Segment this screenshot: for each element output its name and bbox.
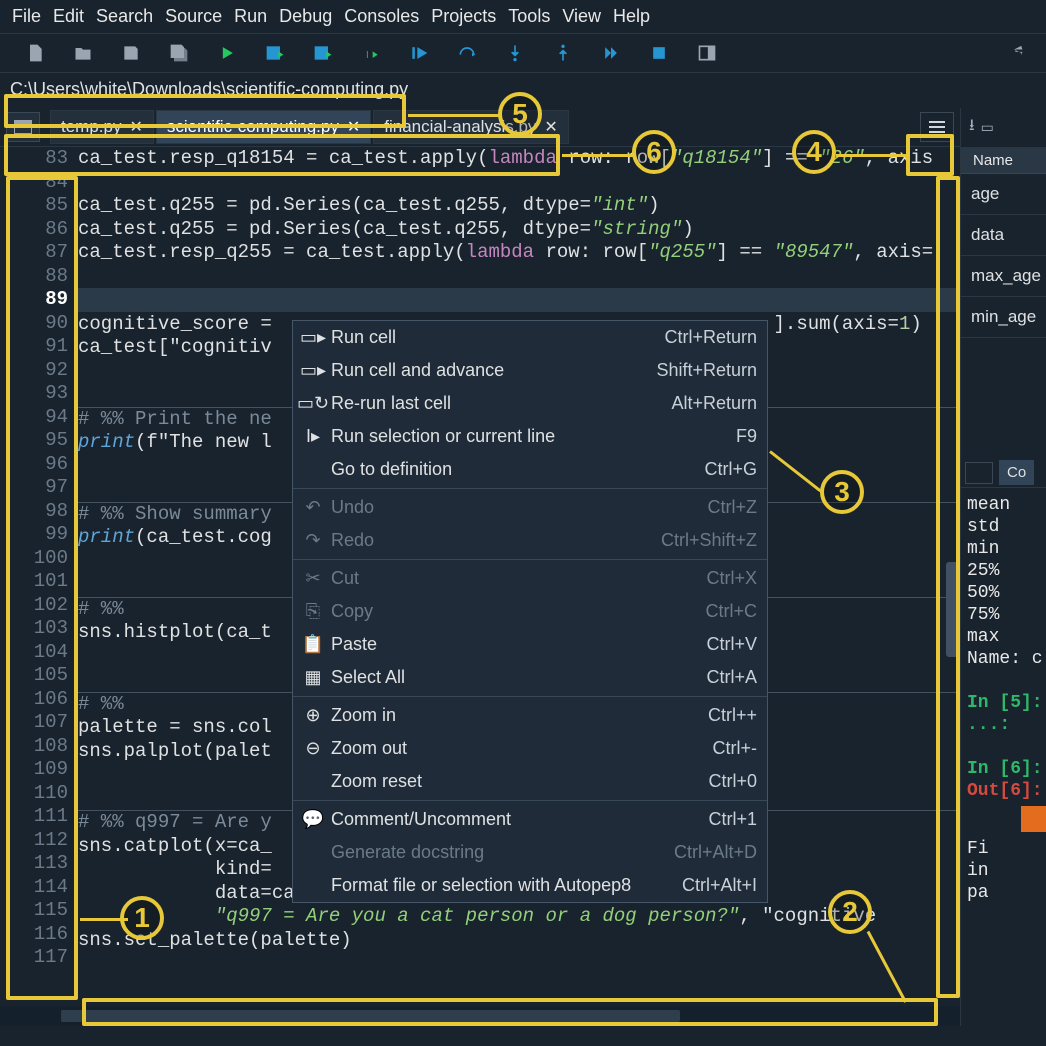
console-tabbar: Co (961, 458, 1046, 488)
step-into-icon[interactable] (504, 42, 526, 64)
ctx-copy: ⎘CopyCtrl+C (293, 595, 767, 628)
menu-consoles[interactable]: Consoles (340, 4, 423, 29)
var-row-data[interactable]: data (961, 215, 1046, 256)
run-selection-icon[interactable]: I (360, 42, 382, 64)
side-panel: ⭳ ▭ Name age data max_age min_age Co mea… (960, 108, 1046, 1026)
ctx-cut: ✂CutCtrl+X (293, 562, 767, 595)
editor-tabbar: temp.py ✕ scientific-computing.py ✕ fina… (0, 108, 960, 147)
svg-text:I: I (366, 50, 369, 61)
menu-tools[interactable]: Tools (504, 4, 554, 29)
horizontal-scrollbar[interactable] (0, 1006, 960, 1026)
tab-browse-icon[interactable] (6, 112, 40, 142)
layout-icon[interactable] (696, 42, 718, 64)
var-header-name[interactable]: Name (961, 148, 1046, 174)
run-cell-icon[interactable] (264, 42, 286, 64)
current-filepath: C:\Users\white\Downloads\scientific-comp… (10, 79, 408, 99)
console-output[interactable]: mean std min 25% 50% 75% max Name: c In … (961, 488, 1046, 910)
ctx-run-cell[interactable]: ▭▸Run cellCtrl+Return (293, 321, 767, 354)
preferences-icon[interactable] (1002, 42, 1024, 64)
ctx-paste[interactable]: 📋PasteCtrl+V (293, 628, 767, 661)
step-out-icon[interactable] (552, 42, 574, 64)
tab-temp[interactable]: temp.py ✕ (50, 110, 154, 144)
console-tab[interactable]: Co (999, 460, 1034, 485)
tab-label: temp.py (61, 117, 121, 137)
tab-label: scientific-computing.py (167, 117, 339, 137)
run-file-icon[interactable] (216, 42, 238, 64)
toolbar: I (0, 34, 1046, 73)
select-all-icon: ▦ (303, 668, 323, 688)
rerun-icon: ▭↻ (303, 394, 323, 414)
undo-icon: ↶ (303, 498, 323, 518)
menu-edit[interactable]: Edit (49, 4, 88, 29)
step-over-icon[interactable] (456, 42, 478, 64)
close-icon[interactable]: ✕ (347, 117, 360, 137)
menu-source[interactable]: Source (161, 4, 226, 29)
copy-icon: ⎘ (303, 602, 323, 622)
run-cell-advance-icon: ▭▸ (303, 361, 323, 381)
vertical-scrollbar[interactable] (944, 147, 960, 1006)
run-cell-advance-icon[interactable] (312, 42, 334, 64)
ctx-re-run-last-cell[interactable]: ▭↻Re-run last cellAlt+Return (293, 387, 767, 420)
menu-debug[interactable]: Debug (275, 4, 336, 29)
color-swatch (1021, 806, 1046, 832)
var-explorer-toolbar: ⭳ ▭ (961, 108, 1046, 148)
comment-icon: 💬 (303, 810, 323, 830)
var-row-age[interactable]: age (961, 174, 1046, 215)
paste-icon: 📋 (303, 635, 323, 655)
zoom-in-icon: ⊕ (303, 706, 323, 726)
tab-financial-analysis[interactable]: financial-analysis.py ✕ (373, 110, 569, 144)
editor-options-icon[interactable] (920, 112, 954, 142)
ctx-run-selection-or-current-line[interactable]: I▸Run selection or current lineF9 (293, 420, 767, 453)
ctx-generate-docstring: Generate docstringCtrl+Alt+D (293, 836, 767, 869)
close-icon[interactable]: ✕ (544, 117, 557, 137)
menu-help[interactable]: Help (609, 4, 654, 29)
ctx-zoom-reset[interactable]: Zoom resetCtrl+0 (293, 765, 767, 798)
console-browse-icon[interactable] (965, 462, 993, 484)
menu-file[interactable]: File (8, 4, 45, 29)
menu-projects[interactable]: Projects (427, 4, 500, 29)
save-all-icon[interactable] (168, 42, 190, 64)
ctx-zoom-in[interactable]: ⊕Zoom inCtrl++ (293, 699, 767, 732)
run-selection-icon: I▸ (303, 427, 323, 447)
ctx-comment-uncomment[interactable]: 💬Comment/UncommentCtrl+1 (293, 803, 767, 836)
continue-icon[interactable] (600, 42, 622, 64)
zoom-out-icon: ⊖ (303, 739, 323, 759)
ctx-format-file-or-selection-with-autopep8[interactable]: Format file or selection with Autopep8Ct… (293, 869, 767, 902)
open-folder-icon[interactable] (72, 42, 94, 64)
tab-scientific-computing[interactable]: scientific-computing.py ✕ (156, 110, 371, 144)
import-icon[interactable]: ⭳ (969, 114, 975, 141)
save-icon[interactable] (120, 42, 142, 64)
menu-run[interactable]: Run (230, 4, 271, 29)
menu-view[interactable]: View (558, 4, 605, 29)
ctx-undo: ↶UndoCtrl+Z (293, 491, 767, 524)
menubar: File Edit Search Source Run Debug Consol… (0, 0, 1046, 34)
stop-icon[interactable] (648, 42, 670, 64)
ctx-go-to-definition[interactable]: Go to definitionCtrl+G (293, 453, 767, 486)
var-row-max-age[interactable]: max_age (961, 256, 1046, 297)
new-file-icon[interactable] (24, 42, 46, 64)
cut-icon: ✂ (303, 569, 323, 589)
editor-context-menu[interactable]: ▭▸Run cellCtrl+Return▭▸Run cell and adva… (292, 320, 768, 903)
debug-continue-icon[interactable] (408, 42, 430, 64)
var-row-min-age[interactable]: min_age (961, 297, 1046, 338)
ctx-select-all[interactable]: ▦Select AllCtrl+A (293, 661, 767, 694)
tab-label: financial-analysis.py (384, 117, 536, 137)
run-cell-icon: ▭▸ (303, 328, 323, 348)
menu-search[interactable]: Search (92, 4, 157, 29)
ctx-zoom-out[interactable]: ⊖Zoom outCtrl+- (293, 732, 767, 765)
redo-icon: ↷ (303, 531, 323, 551)
ctx-run-cell-and-advance[interactable]: ▭▸Run cell and advanceShift+Return (293, 354, 767, 387)
line-gutter: 8384858687888990919293949596979899100101… (0, 147, 78, 1006)
close-icon[interactable]: ✕ (129, 117, 142, 137)
save-vars-icon[interactable]: ▭ (981, 119, 994, 136)
ctx-redo: ↷RedoCtrl+Shift+Z (293, 524, 767, 557)
filepath-bar: C:\Users\white\Downloads\scientific-comp… (0, 73, 1046, 108)
